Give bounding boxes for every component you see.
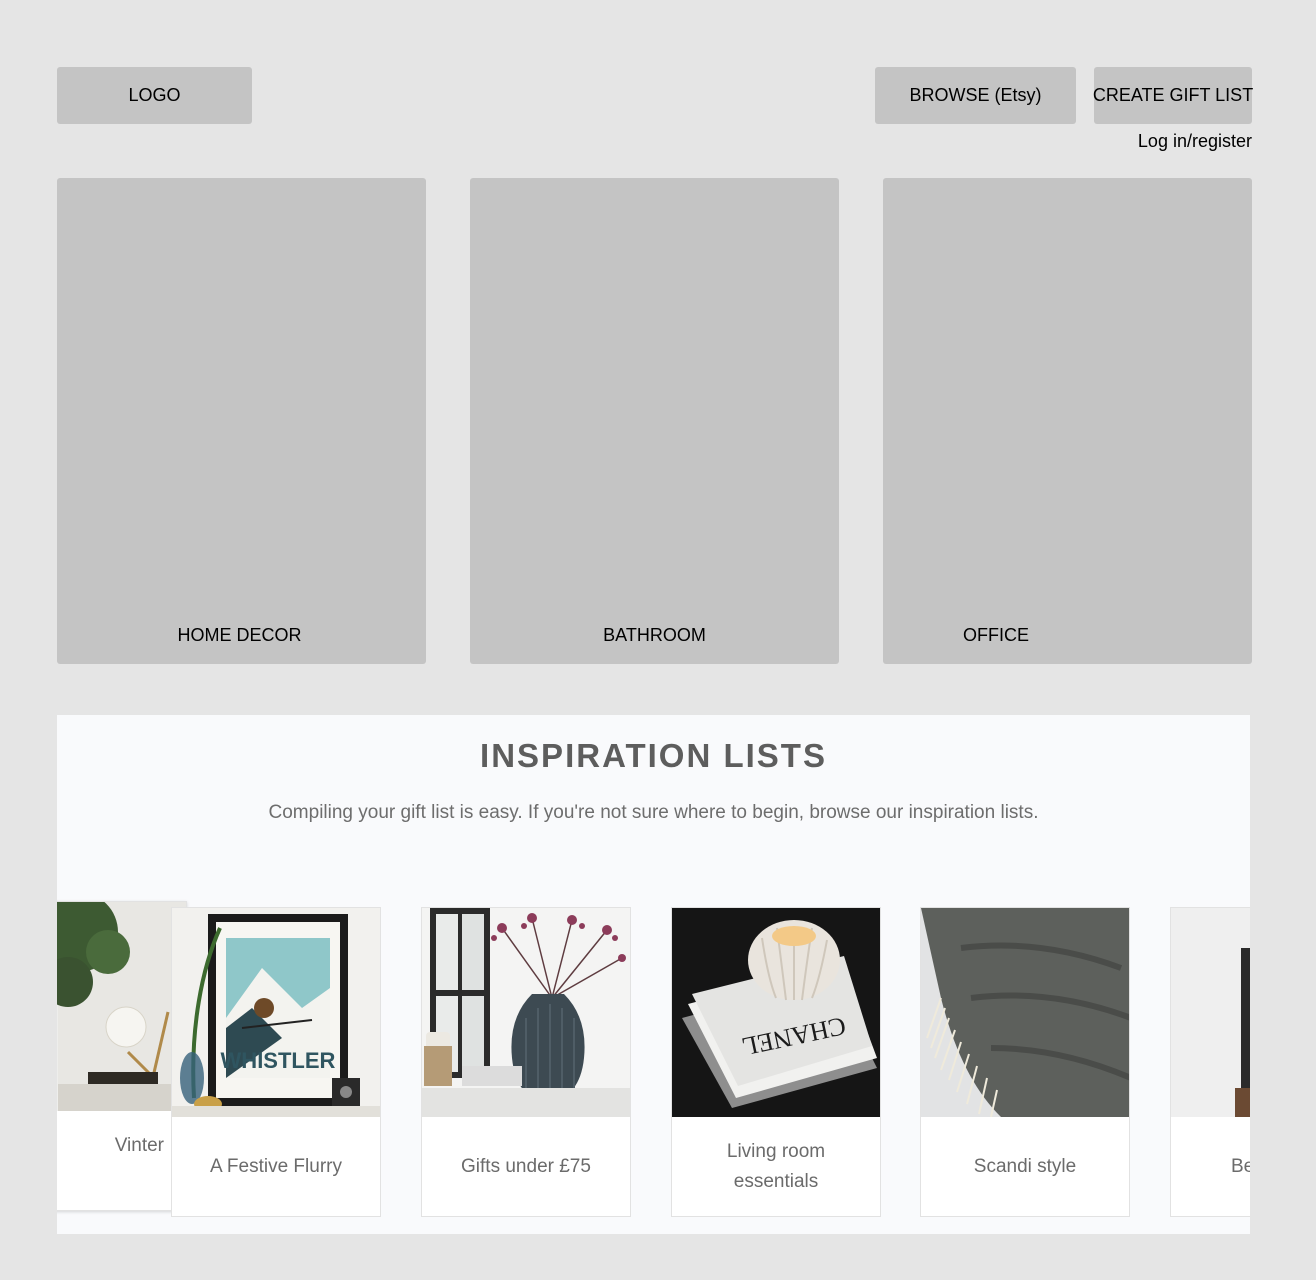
logo-placeholder[interactable]: LOGO [57, 67, 252, 124]
category-label: BATHROOM [603, 625, 706, 645]
category-office[interactable]: OFFICE [883, 178, 1252, 664]
card-label: A Festive Flurry [210, 1156, 342, 1177]
inspiration-card-living-room-essentials[interactable]: CHANEL Living room essentials [671, 907, 881, 1217]
section-subtitle: Compiling your gift list is easy. If you… [268, 802, 1039, 823]
category-label: HOME DECOR [177, 625, 302, 645]
card-label: Vinter [114, 1135, 164, 1156]
inspiration-lists-section: INSPIRATION LISTS Compiling your gift li… [57, 715, 1250, 1234]
card-label: Gifts under £75 [461, 1156, 591, 1177]
category-home-decor[interactable]: HOME DECOR [57, 178, 426, 664]
inspiration-card-partial[interactable]: Be up [1170, 907, 1250, 1217]
browse-label: BROWSE (Etsy) [909, 85, 1042, 105]
inspiration-card-gifts-under-75[interactable]: Gifts under £75 [421, 907, 631, 1217]
login-register-link[interactable]: Log in/register [1138, 131, 1252, 152]
winter-decor-photo [57, 902, 186, 1111]
card-label: Scandi style [973, 1156, 1077, 1177]
category-label: OFFICE [963, 625, 1029, 645]
create-gift-list-label: CREATE GIFT LIST [1092, 85, 1254, 105]
inspiration-card-winter[interactable]: Vinter [57, 901, 187, 1211]
vase-flowers-photo [422, 908, 630, 1117]
inspiration-card-scandi-style[interactable]: Scandi style [920, 907, 1130, 1217]
inspiration-card-festive-flurry[interactable]: WHISTLER A Festive Flurry [171, 907, 381, 1217]
partial-photo [1171, 908, 1250, 1117]
card-label: Be up [1231, 1156, 1250, 1177]
whistler-poster-photo: WHISTLER [172, 908, 380, 1117]
card-label: Living room essentials [726, 1141, 826, 1192]
browse-button[interactable]: BROWSE (Etsy) [875, 67, 1076, 124]
logo-label: LOGO [128, 85, 181, 105]
create-gift-list-button[interactable]: CREATE GIFT LIST [1092, 67, 1254, 124]
grey-throw-blanket-photo [921, 908, 1129, 1117]
category-bathroom[interactable]: BATHROOM [470, 178, 839, 664]
svg-text:WHISTLER: WHISTLER [221, 1048, 336, 1073]
candle-on-books-photo: CHANEL [672, 908, 880, 1117]
section-title: INSPIRATION LISTS [480, 737, 827, 774]
